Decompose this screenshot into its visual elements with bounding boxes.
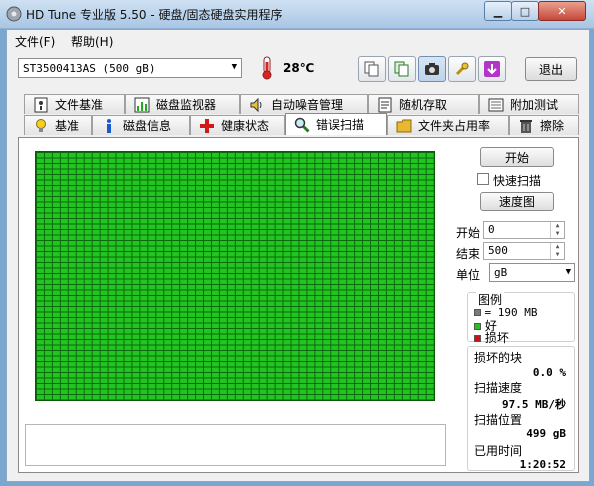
elapsed-label: 已用时间 (474, 444, 523, 458)
info-icon (107, 118, 111, 133)
chevron-down-icon: ▼ (231, 62, 237, 72)
end-field-value: 500 (488, 244, 508, 257)
extra-tests-icon (488, 98, 504, 111)
unit-select[interactable]: gB ▼ (489, 263, 575, 282)
tab-file-benchmark[interactable]: 文件基准 (24, 94, 125, 114)
random-access-icon (378, 97, 392, 112)
window-client: 文件(F) 帮助(H) ST3500413AS (500 gB) ▼ 28℃ 退… (6, 29, 590, 482)
tab-label: 自动噪音管理 (271, 98, 344, 112)
thermometer-icon (257, 56, 277, 80)
damaged-blocks-label: 损坏的块 (474, 351, 523, 365)
wrench-icon (455, 62, 469, 76)
legend-bad-label: 损坏 (484, 331, 509, 345)
drive-select[interactable]: ST3500413AS (500 gB) ▼ (18, 58, 242, 78)
tab-label: 基准 (55, 119, 80, 133)
tab-disk-info[interactable]: 磁盘信息 (92, 115, 190, 135)
tab-health[interactable]: 健康状态 (190, 115, 285, 135)
minimize-icon: ▁ (493, 4, 503, 18)
damaged-blocks-value: 0.0 % (532, 366, 566, 379)
tab-noise-management[interactable]: 自动噪音管理 (240, 94, 368, 114)
scan-position-label: 扫描位置 (474, 413, 523, 427)
exit-button[interactable]: 退出 (525, 57, 577, 81)
speaker-icon (250, 97, 262, 112)
chevron-down-icon: ▼ (565, 267, 571, 277)
start-field-label: 开始 (456, 226, 481, 240)
tab-erase[interactable]: 擦除 (509, 115, 579, 135)
legend-block-swatch (474, 309, 481, 316)
spin-up-icon[interactable]: ▲ (550, 222, 564, 230)
legend-bad-row: 损坏 (474, 329, 509, 346)
speed-map-button[interactable]: 速度图 (480, 192, 554, 211)
menu-file[interactable]: 文件(F) (15, 33, 55, 50)
tab-label: 磁盘信息 (123, 119, 172, 133)
stats-group: 损坏的块 0.0 % 扫描速度 97.5 MB/秒 扫描位置 499 gB 已用… (467, 346, 575, 471)
health-cross-icon (200, 118, 214, 133)
legend-bad-swatch (474, 335, 481, 342)
tab-label: 文件夹占用率 (418, 119, 491, 133)
menu-bar: 文件(F) 帮助(H) (7, 30, 589, 50)
quick-scan-checkbox[interactable] (477, 173, 489, 185)
start-field-value: 0 (488, 223, 495, 236)
save-button[interactable] (478, 56, 506, 82)
tab-folder-usage[interactable]: 文件夹占用率 (387, 115, 509, 135)
spin-down-icon[interactable]: ▼ (550, 251, 564, 259)
scan-speed-label: 扫描速度 (474, 381, 523, 395)
disk-monitor-icon (134, 97, 150, 112)
menu-help[interactable]: 帮助(H) (71, 33, 113, 50)
camera-icon (425, 63, 439, 75)
legend-group: 图例 = 190 MB 好 损坏 (467, 291, 575, 345)
close-button[interactable]: ✕ (538, 1, 586, 21)
copy-green-icon (394, 61, 409, 77)
start-field[interactable]: 0 ▲ ▼ (483, 221, 565, 239)
magnifier-icon (294, 117, 310, 133)
maximize-icon: □ (519, 4, 531, 18)
scan-speed-value: 97.5 MB/秒 (502, 398, 566, 411)
tab-label: 错误扫描 (316, 118, 365, 132)
spin-down-icon[interactable]: ▼ (550, 230, 564, 238)
scan-block-grid (35, 151, 435, 401)
tab-disk-monitor[interactable]: 磁盘监视器 (125, 94, 240, 114)
screenshot-button[interactable] (418, 56, 446, 82)
options-button[interactable] (448, 56, 476, 82)
error-scan-panel: 开始 快速扫描 速度图 开始 0 ▲ ▼ 结束 500 ▲ ▼ 单位 gB ▼ … (18, 137, 579, 473)
copy-icon (364, 61, 379, 77)
tab-error-scan[interactable]: 错误扫描 (285, 113, 387, 135)
close-icon: ✕ (557, 4, 567, 18)
tab-label: 随机存取 (399, 98, 448, 112)
tab-label: 健康状态 (221, 119, 270, 133)
app-icon (6, 6, 22, 22)
unit-label: 单位 (456, 268, 481, 282)
maximize-button[interactable]: □ (511, 1, 539, 21)
title-bar[interactable]: HD Tune 专业版 5.50 - 硬盘/固态硬盘实用程序 ▁ □ ✕ (0, 0, 594, 29)
tab-label: 附加测试 (510, 98, 559, 112)
quick-scan-label: 快速扫描 (493, 174, 542, 188)
download-arrow-icon (484, 61, 500, 77)
spin-up-icon[interactable]: ▲ (550, 243, 564, 251)
tab-random-access[interactable]: 随机存取 (368, 94, 479, 114)
scan-log-box (25, 424, 446, 466)
start-button[interactable]: 开始 (480, 147, 554, 167)
end-field-label: 结束 (456, 247, 481, 261)
tab-extra-tests[interactable]: 附加测试 (479, 94, 579, 114)
folder-icon (396, 119, 412, 132)
tab-label: 磁盘监视器 (156, 98, 217, 112)
unit-select-value: gB (494, 266, 508, 279)
scan-position-value: 499 gB (526, 427, 566, 440)
copy-all-button[interactable] (388, 56, 416, 82)
end-field[interactable]: 500 ▲ ▼ (483, 242, 565, 260)
window-title: HD Tune 专业版 5.50 - 硬盘/固态硬盘实用程序 (26, 8, 283, 22)
elapsed-value: 1:20:52 (519, 458, 566, 471)
tab-label: 擦除 (540, 119, 565, 133)
trash-icon (520, 119, 532, 133)
lightbulb-icon (36, 118, 46, 132)
copy-button[interactable] (358, 56, 386, 82)
file-benchmark-icon (34, 97, 48, 112)
temperature-readout: 28℃ (283, 61, 315, 75)
minimize-button[interactable]: ▁ (484, 1, 512, 21)
tab-benchmark[interactable]: 基准 (24, 115, 92, 135)
drive-select-value: ST3500413AS (500 gB) (23, 61, 156, 75)
tab-label: 文件基准 (55, 98, 104, 112)
